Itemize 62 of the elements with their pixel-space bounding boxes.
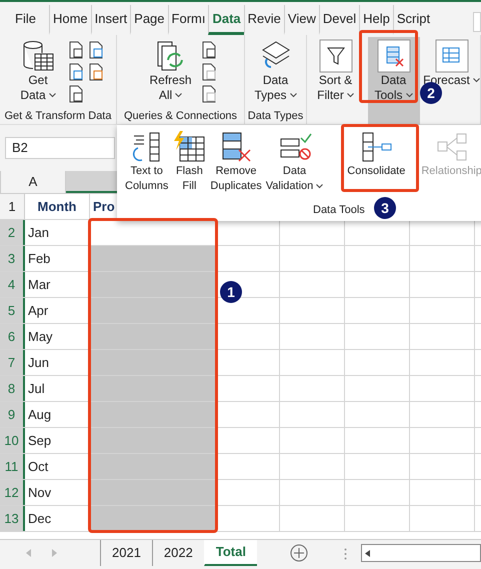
ribbon-tab[interactable]: File [12,5,39,35]
row-header[interactable]: 11 [0,454,25,479]
table-cell: Aug [25,402,90,427]
flash-fill-icon [172,130,206,164]
document-icon[interactable] [68,41,84,59]
sheet-tab[interactable]: 2021 [100,540,152,566]
row-header[interactable]: 6 [0,324,25,349]
row-header[interactable]: 7 [0,350,25,375]
ribbon-button[interactable]: Get Data [12,37,64,105]
table-delete-icon [376,39,410,73]
web-document-icon[interactable] [68,63,84,81]
table-cell: Oct [25,454,90,479]
group-label: Data Types [248,109,304,124]
ribbon-button[interactable]: Refresh All [144,37,196,105]
group-label: Queries & Connections [124,109,238,124]
database-icon [21,39,55,73]
more-icon[interactable] [344,548,347,560]
menu-button[interactable]: Consolidate [346,130,406,179]
table-cell: Jan [25,220,90,245]
ribbon-button[interactable]: Data Types [250,37,302,105]
group-label: Data Tools [313,202,365,218]
row-header[interactable]: 3 [0,246,25,271]
table-cell: Jun [25,350,90,375]
table-cell: Month [25,194,90,219]
row-header[interactable]: 10 [0,428,25,453]
menu-button[interactable]: Text to Columns [124,130,170,194]
properties-icon[interactable] [200,63,216,81]
row-header[interactable]: 9 [0,402,25,427]
row-header[interactable]: 13 [0,506,25,531]
forecast-icon [434,39,468,73]
pane-icon[interactable] [200,41,216,59]
scroll-left-icon[interactable] [364,550,370,556]
link-document-icon[interactable] [200,85,216,103]
filter-icon [318,39,352,73]
row-header[interactable]: 4 [0,272,25,297]
row-header[interactable]: 2 [0,220,25,245]
table-cell: Feb [25,246,90,271]
row-header[interactable]: 8 [0,376,25,401]
horizontal-scrollbar[interactable] [360,544,481,562]
table-cell: Nov [25,480,90,505]
row-header[interactable]: 1 [0,194,25,219]
group-label: Get & Transform Data [4,109,112,124]
menu-button[interactable]: Remove Duplicates [209,130,263,194]
table-cell: Jul [25,376,90,401]
sheet-tab[interactable]: Total [204,540,257,566]
name-box[interactable]: B2 [5,137,115,159]
database-document-icon[interactable] [88,63,104,81]
table-cell: Apr [25,298,90,323]
add-sheet-icon[interactable] [290,544,308,562]
table-cell: Dec [25,506,90,531]
table-cell: Sep [25,428,90,453]
ribbon-button[interactable]: Sort & Filter [310,37,362,105]
table-cell: May [25,324,90,349]
menu-button[interactable]: Flash Fill [171,130,208,194]
search-field[interactable] [473,12,481,32]
table-icon[interactable] [68,85,84,103]
row-header[interactable]: 5 [0,298,25,323]
table-cell: Mar [25,272,90,297]
clock-document-icon[interactable] [88,41,104,59]
row-header[interactable]: 12 [0,480,25,505]
ribbon-button[interactable]: Data Tools [368,37,420,125]
menu-button[interactable]: Data Validation [264,130,324,194]
